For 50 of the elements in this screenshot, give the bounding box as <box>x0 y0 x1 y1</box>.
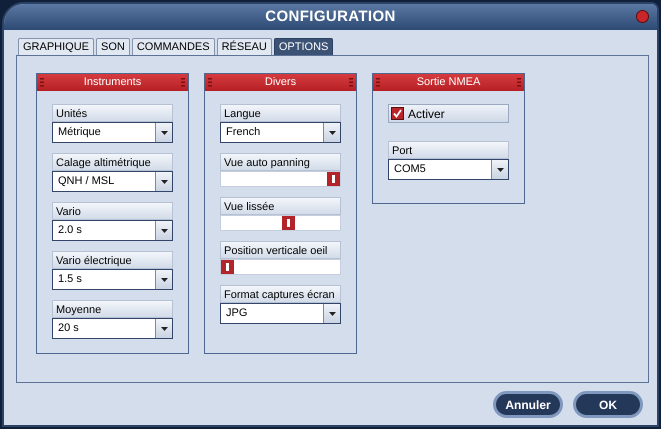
grip-icon <box>376 78 380 87</box>
checkbox[interactable] <box>391 107 404 120</box>
grip-icon <box>208 78 212 87</box>
dialog-button[interactable]: Annuler <box>493 391 563 418</box>
grip-icon <box>181 78 185 87</box>
grip-icon <box>348 78 353 87</box>
dropdown[interactable]: Métrique <box>52 122 173 143</box>
grip-icon <box>40 78 44 87</box>
tab[interactable]: OPTIONS <box>274 38 334 55</box>
window-title: CONFIGURATION <box>265 6 396 27</box>
slider-thumb[interactable] <box>221 260 234 274</box>
tab[interactable]: SON <box>96 38 130 55</box>
caret-icon <box>323 123 340 142</box>
tab[interactable]: RÉSEAU <box>216 38 272 55</box>
group-title: Sortie NMEA <box>416 75 480 90</box>
dropdown[interactable]: 2.0 s <box>52 220 173 241</box>
field-label: Vue auto panning <box>220 153 341 171</box>
caret-icon <box>491 160 508 179</box>
slider-thumb[interactable] <box>282 216 296 230</box>
field-label: Port <box>388 141 509 159</box>
field-label: Position verticale oeil <box>220 241 341 259</box>
tab[interactable]: GRAPHIQUE <box>18 38 94 55</box>
dropdown[interactable]: 1.5 s <box>52 269 173 290</box>
field-label: Moyenne <box>52 300 173 318</box>
group-title: Divers <box>264 75 296 90</box>
dropdown[interactable]: 20 s <box>52 318 173 339</box>
dialog-button[interactable]: OK <box>573 391 643 418</box>
field-label: Unités <box>52 104 173 122</box>
tab[interactable]: COMMANDES <box>132 38 215 55</box>
dropdown[interactable]: French <box>220 122 341 143</box>
dropdown[interactable]: JPG <box>220 303 341 324</box>
field-label: Langue <box>220 104 341 122</box>
dropdown[interactable]: QNH / MSL <box>52 171 173 192</box>
field-label: Vario <box>52 202 173 220</box>
caret-icon <box>155 221 172 240</box>
field-label: Calage altimétrique <box>52 153 173 171</box>
caret-icon <box>155 319 172 338</box>
dropdown[interactable]: COM5 <box>388 159 509 180</box>
caret-icon <box>155 123 172 142</box>
group-title: Instruments <box>84 75 142 90</box>
field-label: Vue lissée <box>220 197 341 215</box>
field-label: Vario électrique <box>52 251 173 269</box>
caret-icon <box>323 304 340 323</box>
slider-thumb[interactable] <box>327 172 340 186</box>
caret-icon <box>155 172 172 191</box>
close-icon[interactable] <box>636 10 649 23</box>
caret-icon <box>155 270 172 289</box>
checkbox-row[interactable]: Activer <box>388 104 509 123</box>
grip-icon <box>516 78 521 87</box>
field-label: Format captures écran <box>220 285 341 303</box>
